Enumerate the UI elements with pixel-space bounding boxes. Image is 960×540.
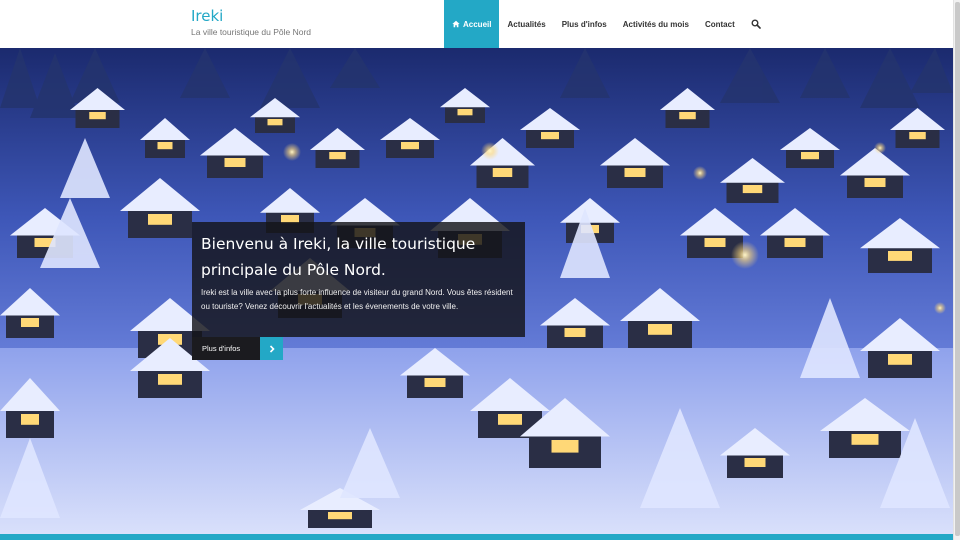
nav-item-actualites[interactable]: Actualités — [499, 0, 553, 48]
nav-item-label: Activités du mois — [622, 19, 689, 29]
site-header: Ireki La ville touristique du Pôle Nord … — [0, 0, 953, 48]
hero-text: Ireki est la ville avec la plus forte in… — [201, 288, 513, 311]
footer-accent-bar — [0, 534, 953, 540]
page-scrollbar[interactable] — [953, 0, 960, 540]
site-title[interactable]: Ireki — [191, 7, 311, 25]
hero-slider: Bienvenu à Ireki, la ville touristique p… — [0, 48, 953, 534]
search-button[interactable] — [743, 0, 769, 48]
more-info-button-label: Plus d'infos — [192, 337, 260, 360]
nav-item-label: Contact — [704, 19, 735, 29]
hero-title: Bienvenu à Ireki, la ville touristique p… — [201, 235, 476, 279]
scrollbar-thumb[interactable] — [955, 2, 960, 536]
nav-item-label: Accueil — [463, 19, 492, 29]
nav-item-plus-d-infos[interactable]: Plus d'infos — [554, 0, 615, 48]
nav-item-label: Plus d'infos — [561, 19, 607, 29]
site-tagline: La ville touristique du Pôle Nord — [191, 27, 312, 37]
search-icon — [751, 19, 761, 29]
home-icon — [452, 20, 460, 28]
nav-item-activites-du-mois[interactable]: Activités du mois — [615, 0, 697, 48]
hero-caption: Bienvenu à Ireki, la ville touristique p… — [192, 222, 525, 337]
nav-item-label: Actualités — [507, 19, 546, 29]
brand: Ireki La ville touristique du Pôle Nord — [191, 7, 311, 37]
nav-item-contact[interactable]: Contact — [697, 0, 743, 48]
nav-item-accueil[interactable]: Accueil — [444, 0, 500, 48]
main-nav: Accueil Actualités Plus d'infos Activité… — [444, 0, 769, 48]
chevron-right-icon — [260, 337, 283, 360]
more-info-button[interactable]: Plus d'infos — [192, 337, 283, 360]
